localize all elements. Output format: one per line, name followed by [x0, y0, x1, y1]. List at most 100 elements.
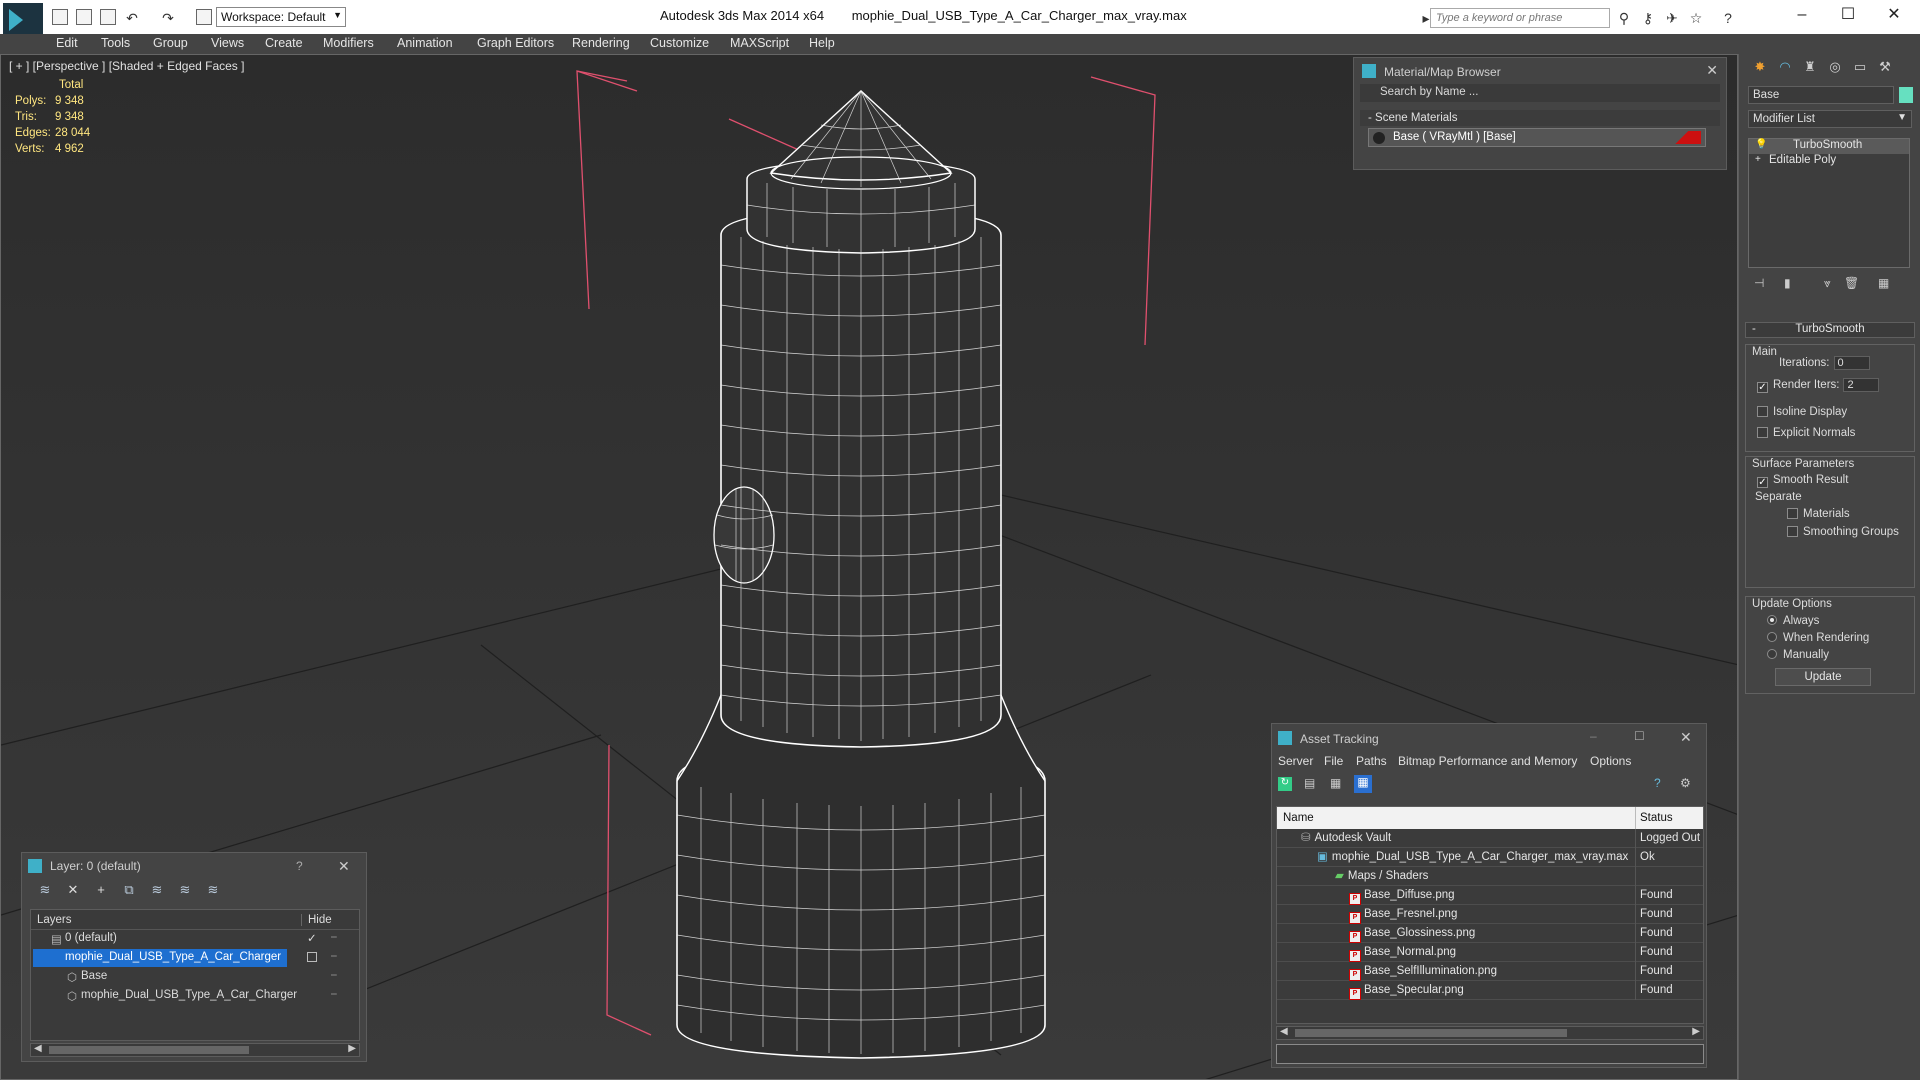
- scroll-left-icon[interactable]: ◀: [1280, 1026, 1288, 1037]
- set-active-layer-box[interactable]: [307, 952, 317, 962]
- asset-tracking-header[interactable]: Asset Tracking – ☐ ✕: [1272, 724, 1706, 752]
- menu-paths[interactable]: Paths: [1356, 754, 1387, 768]
- hide-all-layers-icon[interactable]: ≋: [176, 882, 194, 900]
- save-file-icon[interactable]: [100, 9, 116, 25]
- delete-layer-icon[interactable]: ✕: [64, 882, 82, 900]
- table-row[interactable]: P Base_Glossiness.png Found: [1277, 924, 1703, 943]
- layer-object-row[interactable]: ⬡ mophie_Dual_USB_Type_A_Car_Charger ⎯: [31, 987, 359, 1006]
- object-color-swatch[interactable]: [1899, 87, 1913, 103]
- smooth-result-checkbox[interactable]: ✓: [1757, 477, 1768, 488]
- add-to-layer-icon[interactable]: +: [92, 882, 110, 900]
- hierarchy-tab-icon[interactable]: ♜: [1801, 58, 1819, 76]
- viewport-label[interactable]: [ + ] [Perspective ] [Shaded + Edged Fac…: [9, 59, 244, 73]
- refresh-icon[interactable]: ↻: [1278, 777, 1292, 791]
- redo-icon[interactable]: ↷: [160, 10, 176, 26]
- explicit-normals-checkbox[interactable]: [1757, 427, 1768, 438]
- menu-help[interactable]: Help: [809, 36, 835, 50]
- menu-tools[interactable]: Tools: [101, 36, 130, 50]
- hide-column-header[interactable]: Hide: [301, 914, 332, 926]
- hide-toggle[interactable]: ⎯: [331, 988, 337, 1001]
- table-view-icon[interactable]: ▦: [1354, 775, 1372, 793]
- new-file-icon[interactable]: [52, 9, 68, 25]
- menu-customize[interactable]: Customize: [650, 36, 709, 50]
- modify-tab-icon[interactable]: ◠: [1776, 58, 1794, 76]
- modifier-list-dropdown[interactable]: Modifier List ▼: [1748, 110, 1912, 128]
- close-icon[interactable]: ✕: [1706, 62, 1718, 79]
- scene-materials-section[interactable]: - Scene Materials: [1360, 110, 1720, 126]
- hide-toggle[interactable]: ⎯: [331, 950, 337, 963]
- menu-bitmap-performance[interactable]: Bitmap Performance and Memory: [1398, 754, 1577, 768]
- configure-sets-icon[interactable]: ▦: [1878, 276, 1889, 290]
- turbosmooth-rollout-header[interactable]: - TurboSmooth: [1745, 322, 1915, 338]
- menu-create[interactable]: Create: [265, 36, 303, 50]
- name-column-header[interactable]: Name: [1283, 812, 1314, 824]
- maximize-icon[interactable]: ☐: [1828, 4, 1868, 26]
- menu-graph-editors[interactable]: Graph Editors: [477, 36, 554, 50]
- hide-toggle[interactable]: ⎯: [331, 931, 337, 944]
- close-icon[interactable]: ✕: [1874, 4, 1914, 26]
- open-file-icon[interactable]: [76, 9, 92, 25]
- help-icon[interactable]: ?: [1654, 776, 1661, 790]
- stack-item-turbosmooth[interactable]: 💡 TurboSmooth: [1749, 139, 1909, 154]
- select-objects-icon[interactable]: ⧉: [120, 882, 138, 900]
- layer-explorer-header[interactable]: Layer: 0 (default) ? ✕: [22, 853, 366, 879]
- show-end-result-icon[interactable]: ▮: [1784, 276, 1791, 290]
- when-rendering-radio[interactable]: [1767, 632, 1777, 642]
- menu-server[interactable]: Server: [1278, 754, 1313, 768]
- tree-view-icon[interactable]: ▦: [1330, 776, 1341, 790]
- close-icon[interactable]: ✕: [1680, 729, 1692, 746]
- key-icon[interactable]: ⚷: [1640, 10, 1656, 26]
- materials-checkbox[interactable]: [1787, 508, 1798, 519]
- menu-modifiers[interactable]: Modifiers: [323, 36, 374, 50]
- scroll-left-icon[interactable]: ◀: [34, 1043, 42, 1054]
- hide-toggle[interactable]: ⎯: [331, 969, 337, 982]
- layer-object-row[interactable]: ⬡ Base ⎯: [31, 968, 359, 987]
- table-row[interactable]: P Base_Specular.png Found: [1277, 981, 1703, 1000]
- display-tab-icon[interactable]: ▭: [1851, 58, 1869, 76]
- help-icon[interactable]: ?: [296, 859, 303, 873]
- pin-stack-icon[interactable]: ⊣: [1754, 276, 1764, 290]
- maximize-icon[interactable]: ☐: [1634, 729, 1645, 743]
- object-name-field[interactable]: Base: [1748, 86, 1894, 104]
- layer-horizontal-scrollbar[interactable]: ◀ ▶: [30, 1043, 360, 1057]
- layer-row[interactable]: ▤ 0 (default) ✓ ⎯: [31, 930, 359, 949]
- list-view-icon[interactable]: ▤: [1304, 776, 1315, 790]
- freeze-all-layers-icon[interactable]: ≋: [204, 882, 222, 900]
- scrollbar-thumb[interactable]: [49, 1046, 249, 1054]
- menu-group[interactable]: Group: [153, 36, 188, 50]
- iterations-spinner[interactable]: 0: [1833, 356, 1870, 370]
- always-radio[interactable]: [1767, 615, 1777, 625]
- menu-views[interactable]: Views: [211, 36, 244, 50]
- material-search-input[interactable]: Search by Name ...: [1360, 84, 1720, 102]
- material-browser-header[interactable]: Material/Map Browser ✕: [1354, 58, 1726, 84]
- motion-tab-icon[interactable]: ◎: [1826, 58, 1844, 76]
- create-layer-icon[interactable]: ≋: [36, 882, 54, 900]
- charger-wireframe[interactable]: [676, 90, 1046, 1059]
- app-logo-icon[interactable]: [3, 3, 43, 37]
- table-row[interactable]: P Base_Normal.png Found: [1277, 943, 1703, 962]
- table-row[interactable]: P Base_Diffuse.png Found: [1277, 886, 1703, 905]
- scroll-right-icon[interactable]: ▶: [1692, 1026, 1700, 1037]
- utilities-tab-icon[interactable]: ⚒: [1876, 58, 1894, 76]
- manually-radio[interactable]: [1767, 649, 1777, 659]
- status-column-header[interactable]: Status: [1635, 807, 1673, 829]
- table-row[interactable]: ⛁ Autodesk Vault Logged Out: [1277, 829, 1703, 848]
- menu-rendering[interactable]: Rendering: [572, 36, 630, 50]
- table-row[interactable]: ▰ Maps / Shaders: [1277, 867, 1703, 886]
- settings-icon[interactable]: ⚙: [1680, 776, 1691, 790]
- project-folder-icon[interactable]: [196, 9, 212, 25]
- scroll-right-icon[interactable]: ▶: [348, 1043, 356, 1054]
- menu-animation[interactable]: Animation: [397, 36, 453, 50]
- workspace-dropdown[interactable]: Workspace: Default ▼: [216, 7, 346, 27]
- update-button[interactable]: Update: [1775, 668, 1871, 686]
- menu-edit[interactable]: Edit: [56, 36, 78, 50]
- expand-icon[interactable]: +: [1755, 154, 1761, 165]
- isoline-checkbox[interactable]: [1757, 406, 1768, 417]
- make-unique-icon[interactable]: ⩔: [1824, 276, 1831, 291]
- menu-file[interactable]: File: [1324, 754, 1343, 768]
- scrollbar-thumb[interactable]: [1295, 1029, 1567, 1037]
- menu-maxscript[interactable]: MAXScript: [730, 36, 789, 50]
- render-iters-checkbox[interactable]: ✓: [1757, 382, 1768, 394]
- star-icon[interactable]: ☆: [1688, 10, 1704, 26]
- minimize-icon[interactable]: –: [1782, 4, 1822, 26]
